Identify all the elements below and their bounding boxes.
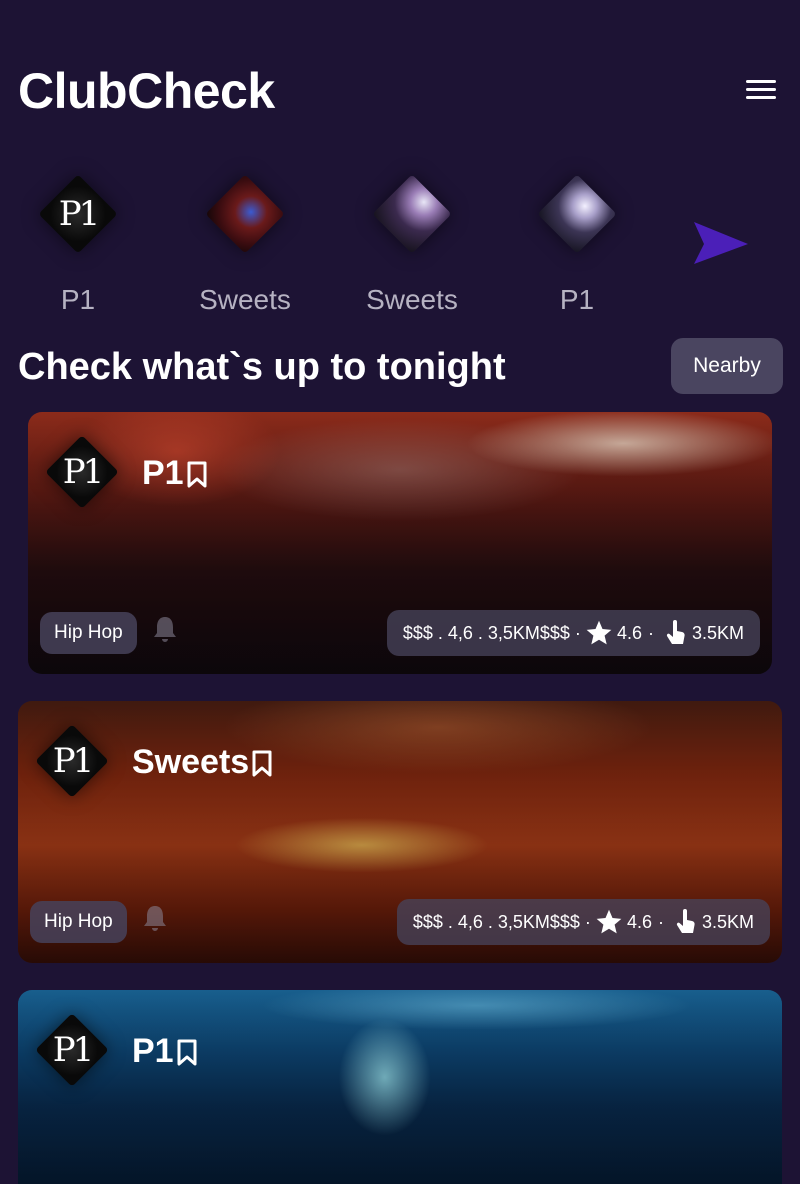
club-name: P1 — [142, 454, 184, 492]
club-card[interactable]: P1 Sweets Hip Hop $$$ . 4,6 . 3,5KM$$$ ·… — [18, 701, 782, 963]
p1-logo-icon: P1 — [58, 194, 101, 234]
bell-icon[interactable] — [140, 903, 170, 933]
bell-icon[interactable] — [150, 614, 180, 644]
story-thumbnail — [537, 174, 617, 254]
star-icon — [596, 909, 622, 934]
club-logo: P1 — [34, 1012, 110, 1088]
tap-icon — [676, 909, 695, 933]
club-info-pill: $$$ . 4,6 . 3,5KM$$$ · 4.6 · 3.5KM — [386, 610, 760, 656]
stories-row: P1 P1 Sweets Sweets P1 — [0, 168, 800, 328]
story-thumbnail — [205, 174, 285, 254]
club-name: P1 — [132, 1032, 174, 1070]
story-label: P1 — [559, 284, 595, 315]
club-name-row: P1 — [132, 1032, 198, 1071]
story-thumbnail: P1 — [38, 174, 118, 254]
club-name-row: Sweets — [132, 743, 273, 782]
p1-logo-icon: P1 — [62, 452, 105, 492]
tap-icon — [666, 620, 685, 644]
club-card[interactable]: P1 P1 — [18, 990, 782, 1184]
story-label: P1 — [60, 284, 96, 315]
app-screen: ClubCheck P1 P1 Sweets Sweets P1 Check w… — [0, 0, 800, 1184]
star-icon — [586, 620, 612, 645]
club-card[interactable]: P1 P1 Hip Hop $$$ . 4,6 . 3,5KM$$$ · 4.6… — [28, 412, 772, 674]
story-thumbnail — [372, 174, 452, 254]
separator: · — [657, 912, 664, 932]
bookmark-icon[interactable] — [186, 461, 208, 489]
club-info-text: $$$ . 4,6 . 3,5KM$$$ · — [412, 912, 591, 932]
club-info-text: $$$ . 4,6 . 3,5KM$$$ · — [402, 623, 581, 643]
story-item[interactable]: P1 — [502, 168, 652, 318]
p1-logo-icon: P1 — [52, 741, 95, 781]
club-info-pill: $$$ . 4,6 . 3,5KM$$$ · 4.6 · 3.5KM — [396, 899, 770, 945]
story-label: Sweets — [199, 284, 291, 315]
club-rating: 4.6 — [626, 912, 652, 932]
genre-badge[interactable]: Hip Hop — [40, 612, 137, 654]
story-label: Sweets — [366, 284, 458, 315]
nearby-button[interactable]: Nearby — [671, 338, 783, 394]
club-name-row: P1 — [142, 454, 208, 493]
menu-icon[interactable] — [740, 74, 784, 104]
separator: · — [647, 623, 654, 643]
club-distance: 3.5KM — [701, 912, 754, 932]
bookmark-icon[interactable] — [176, 1039, 198, 1067]
club-logo: P1 — [34, 723, 110, 799]
genre-badge[interactable]: Hip Hop — [30, 901, 127, 943]
club-logo: P1 — [44, 434, 120, 510]
bookmark-icon[interactable] — [251, 750, 273, 778]
story-item[interactable]: Sweets — [170, 168, 320, 318]
send-arrow-icon[interactable] — [690, 218, 750, 268]
club-name: Sweets — [132, 743, 250, 781]
club-rating: 4.6 — [616, 623, 642, 643]
story-item[interactable]: P1 P1 — [3, 168, 153, 318]
club-distance: 3.5KM — [691, 623, 744, 643]
app-header: ClubCheck — [0, 0, 800, 140]
app-title: ClubCheck — [18, 63, 275, 119]
p1-logo-icon: P1 — [52, 1030, 95, 1070]
story-item[interactable]: Sweets — [337, 168, 487, 318]
section-title: Check what`s up to tonight — [18, 346, 506, 388]
